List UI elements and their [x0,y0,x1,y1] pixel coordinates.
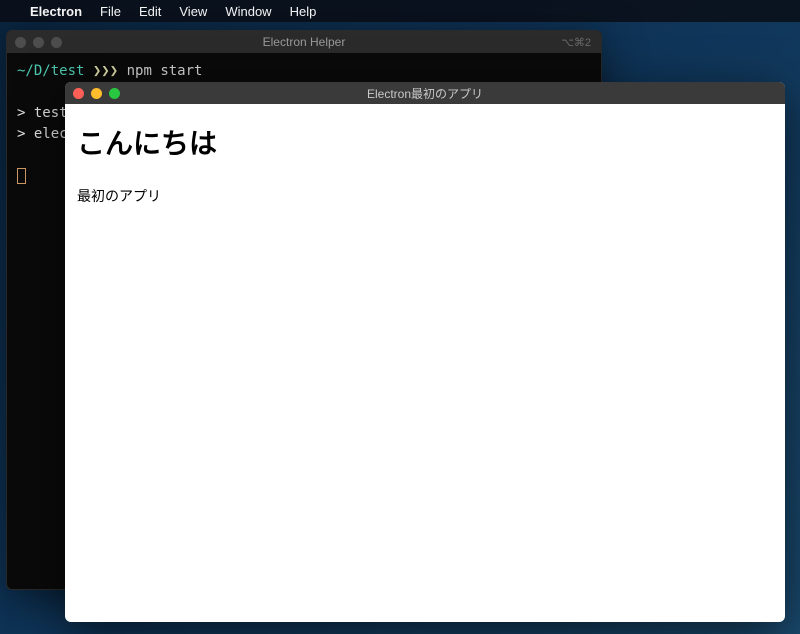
terminal-title: Electron Helper [263,35,346,49]
maximize-icon[interactable] [51,37,62,48]
app-titlebar[interactable]: Electron最初のアプリ [65,82,785,104]
maximize-icon[interactable] [109,88,120,99]
minimize-icon[interactable] [33,37,44,48]
app-traffic-lights [73,88,120,99]
menu-app-name[interactable]: Electron [30,4,82,19]
terminal-shortcut-label: ⌥⌘2 [561,36,591,49]
menu-file[interactable]: File [100,4,121,19]
terminal-traffic-lights [15,37,62,48]
app-window-title: Electron最初のアプリ [367,85,483,102]
app-content: こんにちは 最初のアプリ [65,104,785,224]
terminal-prompt-line: ~/D/test ❯❯❯ npm start [17,61,591,82]
prompt-arrows: ❯❯❯ [93,63,118,79]
menu-window[interactable]: Window [225,4,271,19]
minimize-icon[interactable] [91,88,102,99]
app-window[interactable]: Electron最初のアプリ こんにちは 最初のアプリ [65,82,785,622]
terminal-command: npm start [127,63,203,79]
page-paragraph: 最初のアプリ [77,186,773,206]
menu-view[interactable]: View [179,4,207,19]
close-icon[interactable] [15,37,26,48]
page-heading: こんにちは [77,122,773,162]
prompt-path: ~/D/test [17,63,84,79]
menu-help[interactable]: Help [290,4,317,19]
terminal-titlebar[interactable]: Electron Helper ⌥⌘2 [7,31,601,53]
macos-menubar: Electron File Edit View Window Help [0,0,800,22]
close-icon[interactable] [73,88,84,99]
cursor-icon [17,168,26,184]
menu-edit[interactable]: Edit [139,4,161,19]
